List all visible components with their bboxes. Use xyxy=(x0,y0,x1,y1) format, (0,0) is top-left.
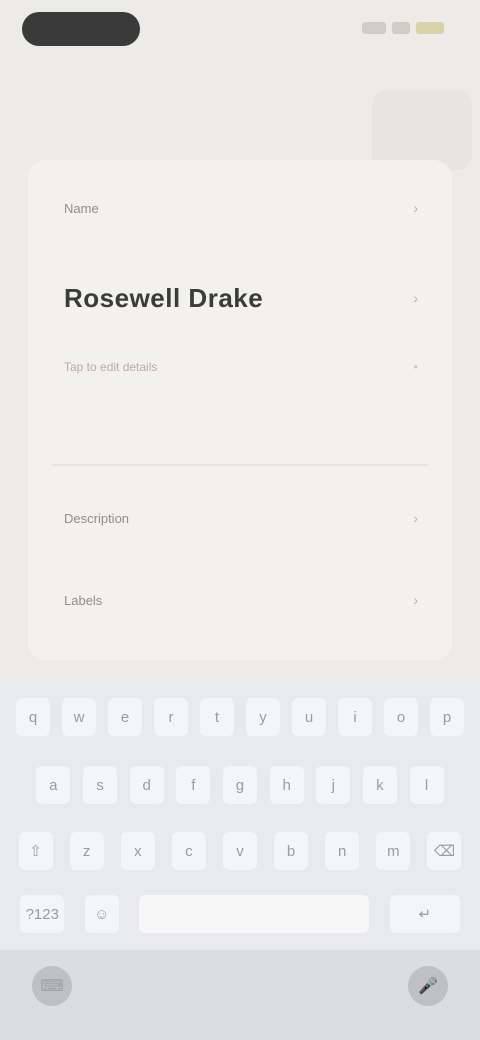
key[interactable]: u xyxy=(292,698,326,736)
row-name-field[interactable]: Name › xyxy=(28,186,452,230)
key[interactable]: t xyxy=(200,698,234,736)
keyboard-row-3: ⇧ z x c v b n m ⌫ xyxy=(0,832,480,870)
row-label: Labels xyxy=(64,592,103,608)
key[interactable]: y xyxy=(246,698,280,736)
row-label: Description xyxy=(64,510,130,526)
status-icons xyxy=(354,18,444,38)
key[interactable]: g xyxy=(222,766,257,804)
emoji-key[interactable]: ☺ xyxy=(84,895,119,933)
backspace-key[interactable]: ⌫ xyxy=(427,832,462,870)
key[interactable]: l xyxy=(409,766,444,804)
divider xyxy=(52,464,428,466)
key[interactable]: w xyxy=(62,698,96,736)
name-value: Rosewell Drake xyxy=(64,282,264,313)
signal-icon xyxy=(362,22,386,34)
chevron-right-icon: › xyxy=(413,200,418,216)
keyboard-row-1: q w e r t y u i o p xyxy=(0,698,480,736)
status-pill xyxy=(22,12,140,46)
key[interactable]: i xyxy=(338,698,372,736)
details-card: Name › Rosewell Drake › Tap to edit deta… xyxy=(28,160,452,660)
key[interactable]: h xyxy=(269,766,304,804)
key[interactable]: j xyxy=(316,766,351,804)
status-bar xyxy=(0,0,480,60)
key[interactable]: z xyxy=(69,832,104,870)
key[interactable]: o xyxy=(384,698,418,736)
key[interactable]: f xyxy=(176,766,211,804)
row-description[interactable]: Description › xyxy=(28,496,452,540)
key[interactable]: v xyxy=(222,832,257,870)
row-labels[interactable]: Labels › xyxy=(28,578,452,622)
key[interactable]: r xyxy=(154,698,188,736)
key[interactable]: b xyxy=(274,832,309,870)
key[interactable]: p xyxy=(430,698,464,736)
description-row[interactable] xyxy=(28,410,452,450)
space-key[interactable] xyxy=(139,895,370,933)
battery-icon xyxy=(416,22,444,34)
shift-key[interactable]: ⇧ xyxy=(18,832,53,870)
key[interactable]: n xyxy=(325,832,360,870)
numbers-key[interactable]: ?123 xyxy=(20,895,65,933)
chevron-right-icon: › xyxy=(413,290,418,306)
key[interactable]: s xyxy=(82,766,117,804)
keyboard-switch-icon[interactable]: ⌨ xyxy=(32,966,72,1006)
status-dot-icon: • xyxy=(413,360,418,374)
key[interactable]: m xyxy=(376,832,411,870)
mic-icon[interactable]: 🎤 xyxy=(408,966,448,1006)
return-key[interactable]: ↵ xyxy=(389,895,460,933)
chevron-right-icon: › xyxy=(413,510,418,526)
header-action-button[interactable] xyxy=(372,90,472,170)
key[interactable]: c xyxy=(171,832,206,870)
key[interactable]: q xyxy=(16,698,50,736)
key[interactable]: x xyxy=(120,832,155,870)
wifi-icon xyxy=(392,22,410,34)
keyboard-row-4: ?123 ☺ ↵ xyxy=(0,895,480,933)
on-screen-keyboard: q w e r t y u i o p a s d f g h j k l ⇧ … xyxy=(0,680,480,950)
key[interactable]: d xyxy=(129,766,164,804)
key[interactable]: e xyxy=(108,698,142,736)
name-value-row[interactable]: Rosewell Drake › xyxy=(28,270,452,326)
system-bottom-bar: ⌨ 🎤 xyxy=(0,950,480,1040)
sub-row[interactable]: Tap to edit details • xyxy=(28,350,452,384)
key[interactable]: k xyxy=(362,766,397,804)
sub-label: Tap to edit details xyxy=(64,360,158,374)
key[interactable]: a xyxy=(36,766,71,804)
row-label: Name xyxy=(64,200,99,216)
chevron-right-icon: › xyxy=(413,592,418,608)
header xyxy=(0,60,480,170)
keyboard-row-2: a s d f g h j k l xyxy=(0,766,480,804)
